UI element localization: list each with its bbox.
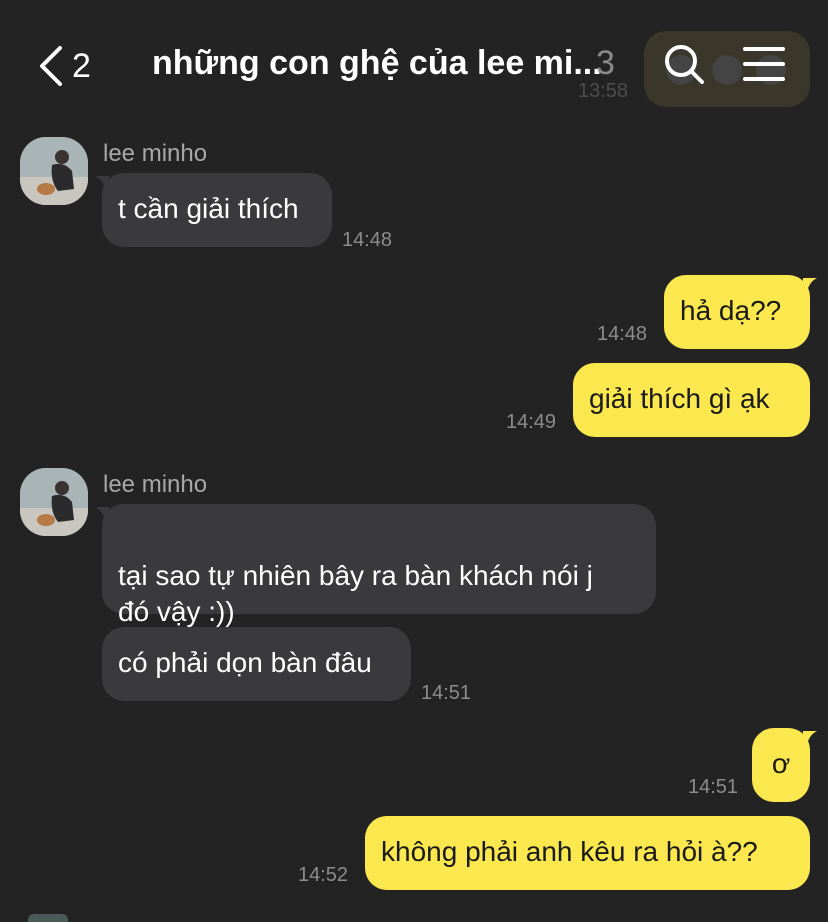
- message-time: 14:49: [506, 411, 557, 433]
- sender-name: lee minho: [103, 471, 208, 498]
- message-bubble[interactable]: hả dạ??: [664, 275, 810, 349]
- message-text: t cần giải thích: [118, 193, 299, 224]
- message-text: ơ: [771, 748, 791, 779]
- member-count: 3: [596, 44, 615, 82]
- sender-name: lee minho: [103, 140, 208, 167]
- next-avatar-peek: [28, 914, 68, 922]
- message-text: tại sao tự nhiên bây ra bàn khách nói j …: [118, 560, 593, 627]
- message-time: 14:48: [342, 229, 393, 251]
- bubble-tail: [95, 507, 109, 521]
- chevron-left-icon: [40, 46, 62, 86]
- message-time: 14:48: [597, 323, 648, 345]
- message-text: giải thích gì ạk: [589, 383, 770, 414]
- message-bubble[interactable]: giải thích gì ạk: [573, 363, 810, 437]
- back-button[interactable]: 2: [36, 42, 91, 90]
- message-time: 14:51: [688, 776, 739, 798]
- message-time: 14:52: [298, 864, 349, 886]
- message-bubble[interactable]: có phải dọn bàn đâu: [102, 627, 411, 701]
- search-button[interactable]: [662, 42, 706, 86]
- bubble-tail: [803, 731, 817, 745]
- peek-avatar: [712, 55, 742, 85]
- profile-photo: [20, 468, 88, 536]
- menu-button[interactable]: [742, 44, 786, 84]
- avatar[interactable]: [20, 137, 88, 205]
- message-text: có phải dọn bàn đâu: [118, 647, 372, 678]
- message-bubble[interactable]: tại sao tự nhiên bây ra bàn khách nói j …: [102, 504, 656, 627]
- unread-count: 2: [72, 46, 91, 85]
- chat-title[interactable]: những con ghệ của lee mi...: [152, 44, 602, 83]
- chat-header: 13:58 2 những con ghệ của lee mi... 3: [0, 0, 828, 120]
- bubble-tail: [803, 278, 817, 292]
- bubble-tail: [95, 176, 109, 190]
- avatar[interactable]: [20, 468, 88, 536]
- hamburger-menu-icon: [743, 47, 785, 81]
- chat-screen: 13:58 2 những con ghệ của lee mi... 3 le…: [0, 0, 828, 922]
- message-text: không phải anh kêu ra hỏi à??: [381, 836, 758, 867]
- message-time: 14:51: [421, 682, 472, 704]
- peek-timestamp: 13:58: [578, 80, 629, 102]
- message-text: hả dạ??: [680, 295, 782, 326]
- search-icon: [665, 45, 704, 84]
- message-bubble[interactable]: t cần giải thích: [102, 173, 332, 247]
- profile-photo: [20, 137, 88, 205]
- message-bubble[interactable]: ơ: [752, 728, 810, 802]
- message-bubble[interactable]: không phải anh kêu ra hỏi à??: [365, 816, 810, 890]
